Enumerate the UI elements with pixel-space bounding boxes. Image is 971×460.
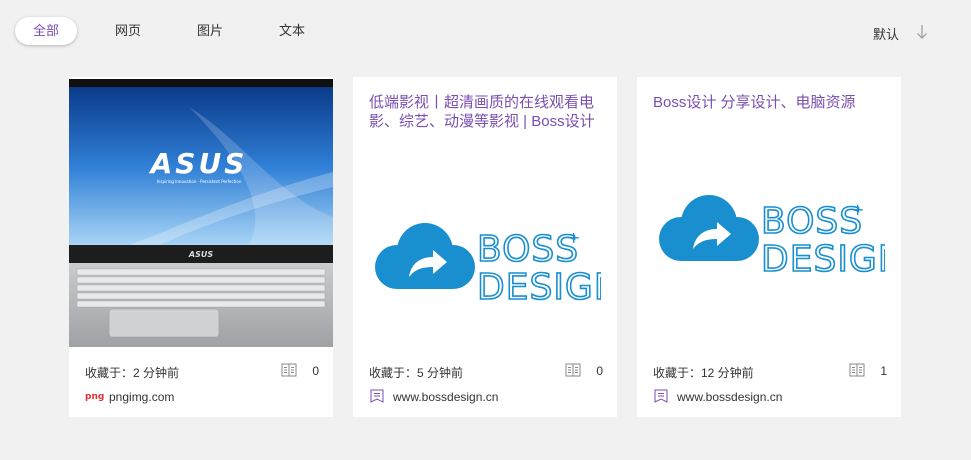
note-count: 0: [596, 364, 603, 378]
svg-text:DESIGN: DESIGN: [761, 239, 885, 279]
card-title[interactable]: 低端影视丨超清画质的在线观看电影、综艺、动漫等影视 | Boss设计: [369, 93, 601, 131]
asus-laptop-image: ASUS Inspiring Innovation · Persistent P…: [69, 77, 333, 347]
svg-text:ASUS: ASUS: [149, 147, 248, 180]
bookmark-card-3[interactable]: Boss设计 分享设计、电脑资源 BOSS + DESIGN 收藏于：12 分钟…: [637, 77, 906, 417]
bookmark-icon: [654, 389, 668, 403]
card-footer: 收藏于：12 分钟前 1 www.bossdesign.cn: [637, 347, 901, 417]
card-footer: 收藏于：2 分钟前 0 png pngimg.com: [69, 347, 333, 417]
note-count: 1: [880, 364, 887, 378]
source-link[interactable]: www.bossdesign.cn: [393, 390, 498, 404]
bookmark-card-1[interactable]: ASUS Inspiring Innovation · Persistent P…: [69, 77, 333, 417]
source-link[interactable]: www.bossdesign.cn: [677, 390, 782, 404]
arrow-down-icon[interactable]: [914, 23, 930, 41]
source-link[interactable]: pngimg.com: [109, 390, 174, 404]
svg-text:DESIGN: DESIGN: [477, 267, 601, 307]
book-icon: [849, 363, 865, 377]
svg-text:+: +: [851, 200, 864, 219]
book-icon: [281, 363, 297, 377]
svg-text:ASUS: ASUS: [188, 250, 213, 259]
saved-time: 收藏于：2 分钟前: [85, 366, 180, 380]
note-count: 0: [312, 364, 319, 378]
svg-text:BOSS: BOSS: [477, 229, 579, 270]
bookmark-card-2[interactable]: 低端影视丨超清画质的在线观看电影、综艺、动漫等影视 | Boss设计 BOSS …: [353, 77, 622, 417]
tab-text[interactable]: 文本: [268, 17, 316, 45]
tab-webpage[interactable]: 网页: [104, 17, 152, 45]
saved-time: 收藏于：5 分钟前: [369, 366, 464, 380]
bookmark-icon: [370, 389, 384, 403]
svg-text:BOSS: BOSS: [761, 201, 863, 242]
filter-bar: 全部 网页 图片 文本 默认: [0, 0, 971, 64]
sort-label[interactable]: 默认: [873, 24, 899, 43]
svg-text:+: +: [567, 228, 580, 247]
boss-design-logo: BOSS + DESIGN: [655, 189, 906, 281]
saved-time: 收藏于：12 分钟前: [653, 366, 754, 380]
card-image[interactable]: ASUS Inspiring Innovation · Persistent P…: [69, 77, 333, 347]
boss-design-logo: BOSS + DESIGN: [371, 217, 622, 309]
book-icon: [565, 363, 581, 377]
card-footer: 收藏于：5 分钟前 0 www.bossdesign.cn: [353, 347, 617, 417]
tab-image[interactable]: 图片: [186, 17, 234, 45]
favicon-icon: png: [85, 392, 105, 402]
svg-text:Inspiring Innovation · Persist: Inspiring Innovation · Persistent Perfec…: [157, 179, 242, 184]
tab-all[interactable]: 全部: [15, 17, 77, 45]
card-title[interactable]: Boss设计 分享设计、电脑资源: [653, 93, 885, 112]
